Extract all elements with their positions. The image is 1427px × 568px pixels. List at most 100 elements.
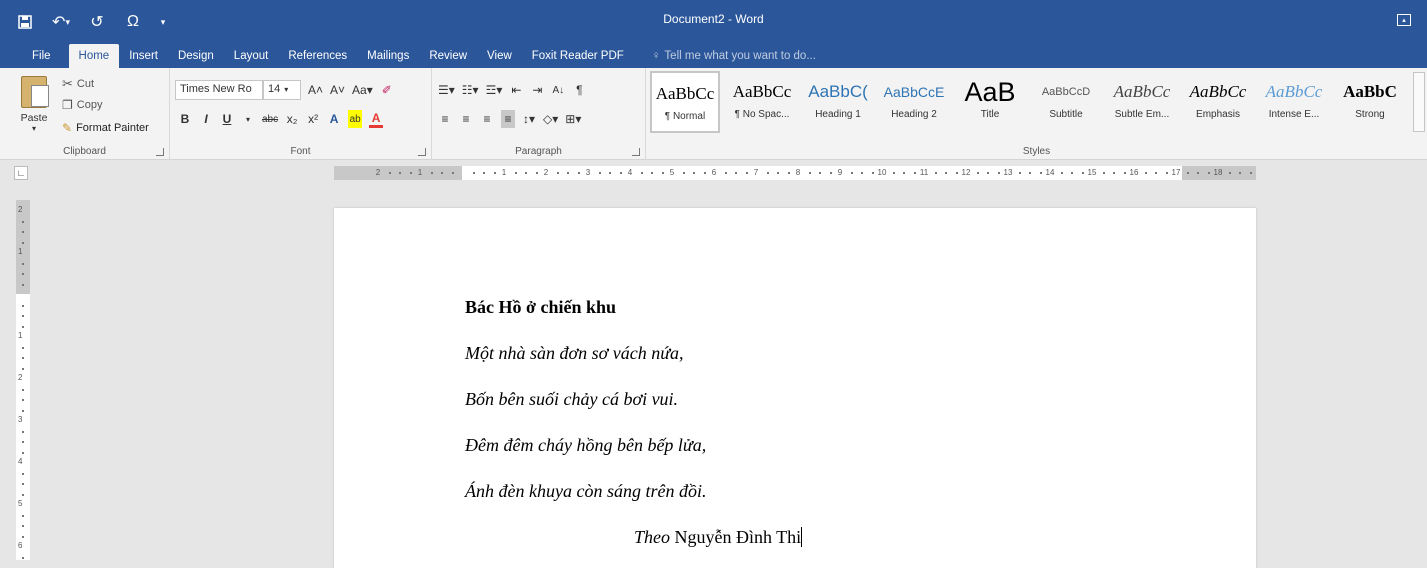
style-preview: AaBbCc bbox=[1189, 82, 1247, 101]
paragraph-launcher-icon[interactable] bbox=[632, 148, 640, 156]
styles-gallery-scrollbar[interactable] bbox=[1413, 72, 1425, 132]
style-strong[interactable]: AaBbC Strong bbox=[1332, 71, 1408, 133]
font-name-box[interactable]: Times New Ro bbox=[175, 80, 263, 100]
line-spacing-icon[interactable]: ↕▾ bbox=[522, 110, 536, 128]
sort-button[interactable]: A↓ bbox=[551, 81, 565, 99]
style-emphasis[interactable]: AaBbCc Emphasis bbox=[1180, 71, 1256, 133]
ruler-tick bbox=[1197, 172, 1199, 174]
tab-view[interactable]: View bbox=[477, 44, 522, 68]
shading-icon[interactable]: ◇▾ bbox=[543, 110, 558, 128]
ruler-number: 12 bbox=[961, 168, 971, 177]
ruler-tick bbox=[22, 357, 24, 359]
copy-icon: ❐ bbox=[62, 98, 73, 112]
cut-button[interactable]: ✂ Cut bbox=[62, 76, 94, 92]
style-intense-emphasis[interactable]: AaBbCc Intense E... bbox=[1256, 71, 1332, 133]
ruler-number: 11 bbox=[919, 168, 929, 177]
tab-file[interactable]: File bbox=[20, 44, 69, 68]
underline-dropdown-icon[interactable]: ▾ bbox=[241, 110, 255, 128]
ruler-tick bbox=[619, 172, 622, 174]
font-group: Times New Ro 14 ▾ A˄ A˅ Aa▾ ✐ B I U ▾ abc… bbox=[170, 68, 432, 160]
ruler-tick bbox=[22, 472, 24, 475]
tab-home[interactable]: Home bbox=[68, 44, 120, 68]
ribbon-display-options-button[interactable]: ▴ bbox=[1397, 14, 1411, 26]
ruler-number: 6 bbox=[711, 168, 717, 177]
ruler-tick bbox=[22, 367, 24, 370]
ruler-tick bbox=[1029, 172, 1031, 174]
tab-design[interactable]: Design bbox=[168, 44, 224, 68]
tab-insert[interactable]: Insert bbox=[119, 44, 168, 68]
paste-button[interactable]: Paste ▾ bbox=[14, 74, 54, 144]
font-size-value: 14 bbox=[268, 83, 281, 95]
align-right-icon[interactable]: ≡ bbox=[480, 110, 494, 128]
tab-mailings[interactable]: Mailings bbox=[357, 44, 419, 68]
borders-icon[interactable]: ⊞▾ bbox=[565, 110, 581, 128]
bold-button[interactable]: B bbox=[178, 110, 192, 128]
highlight-color-button[interactable]: ab bbox=[348, 110, 363, 128]
ruler-tick bbox=[934, 172, 937, 174]
clipboard-launcher-icon[interactable] bbox=[156, 148, 164, 156]
ruler-tick bbox=[1239, 172, 1241, 174]
style-heading-1[interactable]: AaBbC(Heading 1 bbox=[800, 71, 876, 133]
text-effects-button[interactable]: A bbox=[327, 110, 341, 128]
font-color-button[interactable]: A bbox=[369, 110, 384, 128]
style-normal[interactable]: AaBbCc ¶ Normal bbox=[650, 71, 720, 133]
style-preview: AaBbCc bbox=[1265, 82, 1323, 101]
ruler-tick bbox=[1186, 172, 1189, 174]
ruler-number: 14 bbox=[1045, 168, 1055, 177]
paste-dropdown-icon: ▾ bbox=[31, 124, 36, 133]
shrink-font-button[interactable]: A˅ bbox=[330, 81, 345, 99]
ruler-tick bbox=[22, 399, 24, 401]
show-hide-button[interactable]: ¶ bbox=[572, 81, 586, 99]
vertical-ruler[interactable]: 2 1 1 2 3 4 5 6 bbox=[16, 200, 30, 560]
style-no-spacing[interactable]: AaBbCc ¶ No Spac... bbox=[724, 71, 800, 133]
tab-review[interactable]: Review bbox=[419, 44, 477, 68]
style-name: Strong bbox=[1355, 109, 1385, 120]
ruler-tick bbox=[1207, 172, 1210, 174]
ruler-number: 8 bbox=[795, 168, 801, 177]
numbering-icon[interactable]: ☷▾ bbox=[462, 81, 479, 99]
underline-button[interactable]: U bbox=[220, 110, 234, 128]
title-bar: ↶ ▾ ↺ Ω ▾ Document2 - Word ▴ bbox=[0, 0, 1427, 42]
italic-button[interactable]: I bbox=[199, 110, 213, 128]
tab-selector-button[interactable]: ∟ bbox=[14, 166, 28, 180]
format-painter-button[interactable]: ✎ Format Painter bbox=[62, 121, 149, 135]
ruler-tick bbox=[1018, 172, 1021, 174]
ribbon: Paste ▾ ✂ Cut ❐ Copy ✎ Format Painter Clipb… bbox=[0, 68, 1427, 160]
font-launcher-icon[interactable] bbox=[418, 148, 426, 156]
increase-indent-icon[interactable]: ⇥ bbox=[530, 81, 544, 99]
subscript-button[interactable]: x₂ bbox=[285, 110, 299, 128]
ruler-tick bbox=[22, 388, 24, 391]
justify-icon[interactable]: ≡ bbox=[501, 110, 515, 128]
ruler-tick bbox=[399, 172, 401, 174]
copy-button[interactable]: ❐ Copy bbox=[62, 98, 102, 112]
bullets-icon[interactable]: ☰▾ bbox=[438, 81, 455, 99]
ruler-number: 10 bbox=[877, 168, 887, 177]
decrease-indent-icon[interactable]: ⇤ bbox=[509, 81, 523, 99]
ruler-tick bbox=[850, 172, 853, 174]
style-subtitle[interactable]: AaBbCcD Subtitle bbox=[1028, 71, 1104, 133]
ruler-tick bbox=[22, 262, 24, 265]
horizontal-ruler[interactable]: 2 1 1 2 3 4 5 6 7 8 9 10 11 12 13 14 15 16 17 18 bbox=[334, 166, 1256, 180]
align-left-icon[interactable]: ≡ bbox=[438, 110, 452, 128]
styles-group: AaBbCc ¶ Normal AaBbCc ¶ No Spac... AaBbC(… bbox=[646, 68, 1427, 160]
ruler-tick bbox=[987, 172, 989, 174]
font-size-box[interactable]: 14 ▾ bbox=[263, 80, 301, 100]
change-case-button[interactable]: Aa▾ bbox=[352, 81, 373, 99]
tell-me-box[interactable]: ♀ Tell me what you want to do... bbox=[642, 44, 826, 68]
superscript-button[interactable]: x² bbox=[306, 110, 320, 128]
style-heading-2[interactable]: AaBbCcE Heading 2 bbox=[876, 71, 952, 133]
ruler-tick bbox=[22, 525, 24, 527]
style-title[interactable]: AaB Title bbox=[952, 71, 1028, 133]
style-subtle-emphasis[interactable]: AaBbCc Subtle Em... bbox=[1104, 71, 1180, 133]
tab-layout[interactable]: Layout bbox=[224, 44, 279, 68]
tab-references[interactable]: References bbox=[278, 44, 357, 68]
clipboard-group-label: Clipboard bbox=[63, 146, 106, 157]
align-center-icon[interactable]: ≡ bbox=[459, 110, 473, 128]
grow-font-button[interactable]: A˄ bbox=[308, 81, 323, 99]
tab-foxit-reader-pdf[interactable]: Foxit Reader PDF bbox=[522, 44, 634, 68]
ruler-tick bbox=[787, 172, 790, 174]
multilevel-list-icon[interactable]: ☲▾ bbox=[486, 81, 503, 99]
strikethrough-button[interactable]: abc bbox=[262, 110, 278, 128]
document-page[interactable]: Bác Hồ ở chiến khu Một nhà sàn đơn sơ vá… bbox=[334, 208, 1256, 568]
clear-formatting-button[interactable]: ✐ bbox=[380, 81, 394, 99]
